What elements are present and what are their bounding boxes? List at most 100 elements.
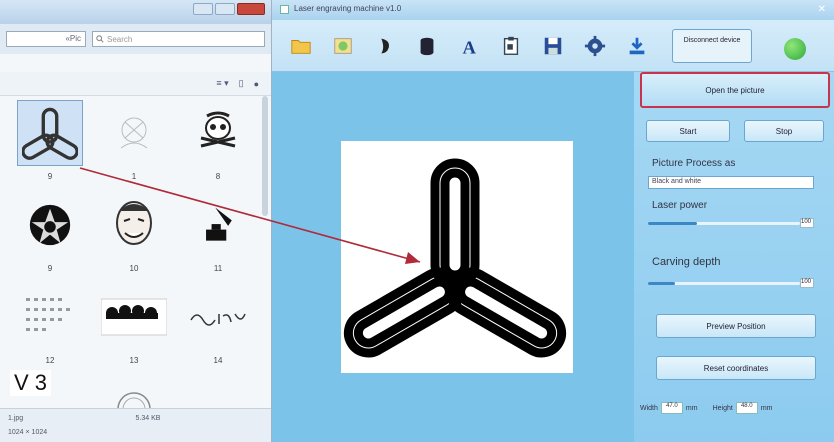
overlay-label: V 3: [10, 370, 52, 396]
file-caption: 1: [131, 172, 137, 181]
preview-position-button[interactable]: Preview Position: [656, 314, 816, 338]
width-label: Width: [640, 404, 658, 412]
text-button[interactable]: A: [448, 26, 490, 66]
file-item[interactable]: 12: [8, 280, 92, 372]
height-unit: mm: [760, 404, 773, 412]
text-sign-thumbnail: [185, 284, 251, 350]
file-caption: 8: [215, 172, 221, 181]
download-icon: [629, 37, 645, 54]
clipboard-button[interactable]: [490, 26, 532, 66]
sketch-thumbnail: [101, 100, 167, 166]
explorer-title-bar: [0, 0, 271, 24]
process-mode-select[interactable]: Black and white: [648, 176, 814, 189]
file-caption: 12: [45, 356, 55, 365]
file-caption: 9: [47, 172, 53, 181]
download-button[interactable]: [616, 26, 658, 66]
tri-link-thumbnail: [17, 100, 83, 166]
shape-button[interactable]: [364, 26, 406, 66]
explorer-address-row: «Pic Search: [0, 24, 271, 54]
open-folder-button[interactable]: [280, 26, 322, 66]
status-file-size: 5.34 KB: [135, 415, 161, 422]
explorer-scrollbar[interactable]: [262, 96, 268, 216]
minimize-button[interactable]: [193, 3, 213, 15]
app-toolbar: A Disconnect device: [272, 20, 834, 72]
save-icon: [544, 37, 562, 54]
screen: «Pic Search ≡ ▾ ▯ ● 9 1 8 9 10 11 12 13 …: [0, 0, 834, 442]
address-bar[interactable]: «Pic: [6, 31, 86, 47]
width-input[interactable]: 47.0: [660, 402, 683, 414]
carving-depth-label: Carving depth: [652, 256, 721, 268]
app-title-bar: Laser engraving machine v1.0 ✕: [272, 0, 834, 20]
folder-icon: [291, 39, 311, 54]
stop-button[interactable]: Stop: [744, 120, 824, 142]
preview-pane-icon[interactable]: ▯: [239, 78, 244, 89]
width-unit: mm: [685, 404, 698, 412]
laser-engraver-window: Laser engraving machine v1.0 ✕ A Disconn…: [272, 0, 834, 442]
status-dimensions: 1024 × 1024: [8, 428, 48, 436]
database-button[interactable]: [406, 26, 448, 66]
image-button[interactable]: [322, 26, 364, 66]
laser-power-slider[interactable]: 100: [648, 218, 814, 228]
skull-thumbnail: [185, 100, 251, 166]
file-item[interactable]: 13: [92, 280, 176, 372]
file-caption: 10: [129, 264, 139, 273]
control-panel: Open the picture Start Stop Picture Proc…: [634, 72, 834, 442]
carving-depth-slider[interactable]: 100: [648, 278, 814, 288]
database-icon: [420, 37, 434, 55]
file-caption: 13: [129, 356, 139, 365]
file-caption: 14: [213, 356, 223, 365]
file-item[interactable]: 1: [92, 96, 176, 188]
size-row: Width 47.0 mm Height 48.0 mm: [640, 402, 830, 414]
app-title: Laser engraving machine v1.0: [294, 4, 402, 13]
gear-icon: [584, 35, 606, 56]
shape-icon: [381, 38, 389, 53]
view-options-button[interactable]: ≡ ▾: [216, 78, 228, 89]
search-placeholder: Search: [107, 34, 133, 44]
clouds-thumbnail: [101, 284, 167, 350]
file-caption: 11: [213, 264, 223, 273]
phonograph-thumbnail: [185, 192, 251, 258]
file-item[interactable]: 8: [176, 96, 260, 188]
svg-text:A: A: [463, 37, 477, 57]
clipboard-icon: [503, 36, 519, 55]
file-item[interactable]: 10: [92, 188, 176, 280]
close-icon[interactable]: ✕: [818, 4, 826, 15]
explorer-status-bar: 1.jpg 5.34 KB 1024 × 1024: [0, 408, 271, 442]
settings-button[interactable]: [574, 26, 616, 66]
height-input[interactable]: 48.0: [735, 402, 758, 414]
reset-coordinates-button[interactable]: Reset coordinates: [656, 356, 816, 380]
maximize-button[interactable]: [215, 3, 235, 15]
slider-fill: [648, 282, 675, 285]
carving-depth-value[interactable]: 100: [800, 278, 814, 288]
search-icon: [96, 35, 104, 43]
slider-fill: [648, 222, 697, 225]
explorer-toolbar: ≡ ▾ ▯ ●: [0, 72, 271, 96]
status-extra: [136, 429, 264, 437]
start-button[interactable]: Start: [646, 120, 730, 142]
file-item[interactable]: 9: [8, 96, 92, 188]
engraving-preview-canvas[interactable]: [341, 141, 573, 373]
search-input[interactable]: Search: [92, 31, 265, 47]
tri-link-artwork: [343, 158, 567, 358]
file-explorer-window: «Pic Search ≡ ▾ ▯ ● 9 1 8 9 10 11 12 13 …: [0, 0, 272, 442]
file-caption: 9: [47, 264, 53, 273]
laser-power-label: Laser power: [652, 200, 708, 211]
disconnect-device-button[interactable]: Disconnect device: [672, 28, 752, 63]
close-button[interactable]: [237, 3, 265, 15]
open-picture-button[interactable]: Open the picture: [640, 72, 830, 108]
status-file-name: 1.jpg: [8, 415, 24, 422]
laser-power-value[interactable]: 100: [800, 218, 814, 228]
window-controls: [193, 3, 265, 15]
connection-status-indicator: [784, 38, 806, 60]
file-item[interactable]: 11: [176, 188, 260, 280]
calendar-thumbnail: [17, 284, 83, 350]
save-button[interactable]: [532, 26, 574, 66]
help-icon[interactable]: ●: [254, 79, 259, 89]
emblem-thumbnail: [17, 192, 83, 258]
process-mode-label: Picture Process as: [652, 158, 736, 169]
text-icon: A: [463, 37, 477, 57]
file-item[interactable]: 9: [8, 188, 92, 280]
face-thumbnail: [101, 192, 167, 258]
file-item[interactable]: 14: [176, 280, 260, 372]
height-label: Height: [712, 404, 733, 412]
